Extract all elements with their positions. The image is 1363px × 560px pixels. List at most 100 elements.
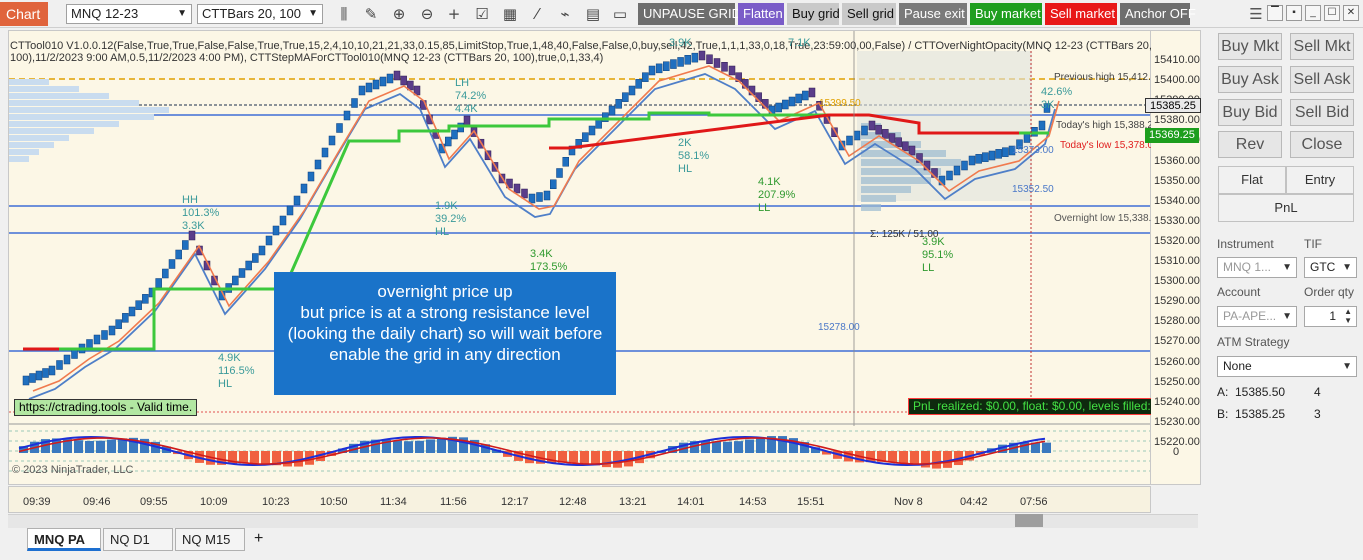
- toolbar-button-3[interactable]: Sell grid: [842, 3, 896, 25]
- add-tab-button[interactable]: +: [248, 528, 268, 551]
- renko-brick: [608, 105, 616, 116]
- chart-tab-2[interactable]: NQ M15: [175, 528, 245, 551]
- atm-strategy-label: ATM Strategy: [1217, 335, 1290, 349]
- atm-strategy-dropdown[interactable]: None ▼: [1217, 356, 1357, 377]
- bar-type-selector[interactable]: CTTBars 20, 100 ▼: [197, 4, 323, 24]
- price-axis[interactable]: 15410.0015400.0015390.0015380.0015370.00…: [1145, 30, 1201, 485]
- price-tick: 15340.00: [1154, 194, 1200, 207]
- level-label: 15352.50: [1012, 184, 1054, 195]
- renko-brick: [615, 99, 622, 109]
- price-tick: 15270.00: [1154, 335, 1200, 348]
- note-box[interactable]: overnight price up but price is at a stro…: [274, 272, 616, 395]
- pin-icon[interactable]: ▔: [1267, 5, 1283, 21]
- toolbar-button-2[interactable]: Buy grid: [787, 3, 840, 25]
- swing-annotation: 101.3%: [182, 207, 220, 219]
- chart-tab-1[interactable]: NQ D1: [103, 528, 173, 551]
- reverse-button[interactable]: Rev: [1218, 131, 1282, 158]
- renko-brick: [265, 235, 273, 246]
- close-icon[interactable]: ✕: [1343, 5, 1359, 21]
- profile-bar: [9, 93, 109, 99]
- stepper-arrows-icon[interactable]: ▲ ▼: [1344, 307, 1352, 325]
- renko-brick: [162, 268, 169, 279]
- chart-tab[interactable]: Chart: [0, 2, 48, 26]
- share-icon[interactable]: ▭: [610, 4, 630, 24]
- price-tick: 15250.00: [1154, 375, 1200, 388]
- chart-tab-0[interactable]: MNQ PA: [27, 528, 101, 551]
- crosshair-icon[interactable]: +: [444, 4, 464, 24]
- buy-ask-button[interactable]: Buy Ask: [1218, 66, 1282, 93]
- toolbar-button-7[interactable]: Anchor OFF: [1120, 3, 1196, 25]
- instrument-dropdown[interactable]: MNQ 1... ▼: [1217, 257, 1297, 278]
- data-box-icon[interactable]: ▦: [500, 4, 520, 24]
- scrollbar-thumb[interactable]: [1015, 514, 1043, 527]
- renko-brick: [795, 93, 802, 104]
- level-label: Today's low 15,378.00: [1060, 140, 1159, 151]
- account-label: Account: [1217, 285, 1261, 299]
- toolbar-button-5[interactable]: Buy market: [970, 3, 1042, 25]
- pencil-icon[interactable]: ✎: [361, 4, 381, 24]
- minimize-icon[interactable]: _: [1305, 5, 1321, 21]
- time-tick: 11:34: [380, 496, 407, 508]
- sell-market-button[interactable]: Sell Mkt: [1290, 33, 1354, 60]
- instrument-selector[interactable]: MNQ 12-23 ▼: [66, 4, 192, 24]
- osc-bar: [74, 440, 83, 453]
- renko-brick: [328, 135, 336, 146]
- account-dropdown[interactable]: PA-APE... ▼: [1217, 306, 1297, 327]
- renko-brick: [968, 155, 976, 166]
- swing-annotation: 4.4K: [455, 103, 478, 115]
- toolbar-button-1[interactable]: Flatten: [738, 3, 784, 25]
- buy-market-button[interactable]: Buy Mkt: [1218, 33, 1282, 60]
- price-chart[interactable]: [9, 31, 1151, 485]
- time-tick: 10:09: [200, 496, 228, 508]
- time-tick: 09:39: [23, 496, 51, 508]
- time-tick: 14:53: [739, 496, 767, 508]
- renko-brick: [528, 193, 536, 204]
- flat-toggle[interactable]: Flat: [1218, 166, 1286, 194]
- strategies-icon[interactable]: ⌁: [555, 4, 575, 24]
- zoom-in-icon[interactable]: ⊕: [389, 4, 409, 24]
- swing-annotation: 4.1K: [758, 176, 781, 188]
- buy-bid-button[interactable]: Buy Bid: [1218, 99, 1282, 126]
- sell-bid-button[interactable]: Sell Bid: [1290, 99, 1354, 126]
- properties-icon[interactable]: ☑: [472, 4, 492, 24]
- order-qty-label: Order qty: [1304, 285, 1355, 299]
- swing-annotation: 207.9%: [758, 189, 796, 201]
- maximize-icon[interactable]: ☐: [1324, 5, 1340, 21]
- order-qty-stepper[interactable]: 1 ▲ ▼: [1304, 306, 1357, 327]
- renko-brick: [728, 65, 736, 76]
- indicators-icon[interactable]: ⁄: [527, 4, 547, 24]
- renko-brick: [232, 275, 239, 286]
- bars-type-icon[interactable]: ⫼: [334, 4, 354, 24]
- sell-ask-button[interactable]: Sell Ask: [1290, 66, 1354, 93]
- osc-bar: [393, 440, 402, 453]
- renko-brick: [168, 259, 176, 269]
- osc-bar: [85, 440, 94, 453]
- link-icon[interactable]: ▪: [1286, 5, 1302, 21]
- toolbar-button-0[interactable]: UNPAUSE GRID: [638, 3, 741, 25]
- renko-brick: [343, 110, 351, 121]
- entry-toggle[interactable]: Entry: [1286, 166, 1354, 194]
- zoom-out-icon[interactable]: ⊖: [417, 4, 437, 24]
- note-line: but price is at a strong resistance leve…: [287, 303, 603, 364]
- renko-brick: [175, 249, 182, 260]
- swing-annotation: 3.3K: [182, 220, 205, 232]
- tif-dropdown[interactable]: GTC ▼: [1304, 257, 1357, 278]
- swing-annotation: 4.9K: [218, 352, 241, 364]
- close-button[interactable]: Close: [1290, 131, 1354, 158]
- profile-bar: [861, 186, 911, 193]
- swing-annotation: 95.1%: [922, 249, 954, 261]
- menu-icon[interactable]: ☰: [1246, 4, 1266, 24]
- toolbar-button-4[interactable]: Pause exit: [899, 3, 967, 25]
- template-icon[interactable]: ▤: [583, 4, 603, 24]
- renko-brick: [35, 370, 43, 381]
- toolbar-button-6[interactable]: Sell market: [1045, 3, 1117, 25]
- renko-brick: [582, 132, 589, 142]
- swing-annotation: LL: [922, 262, 935, 274]
- chart-panel[interactable]: [8, 30, 1151, 485]
- pnl-toggle[interactable]: PnL: [1218, 194, 1354, 222]
- swing-annotation: 74.2%: [455, 90, 487, 102]
- renko-brick: [451, 129, 458, 140]
- time-axis[interactable]: 09:39 09:46 09:55 10:09 10:23 10:50 11:34 11:56…: [8, 486, 1151, 513]
- renko-brick: [400, 75, 407, 86]
- renko-brick: [888, 133, 896, 143]
